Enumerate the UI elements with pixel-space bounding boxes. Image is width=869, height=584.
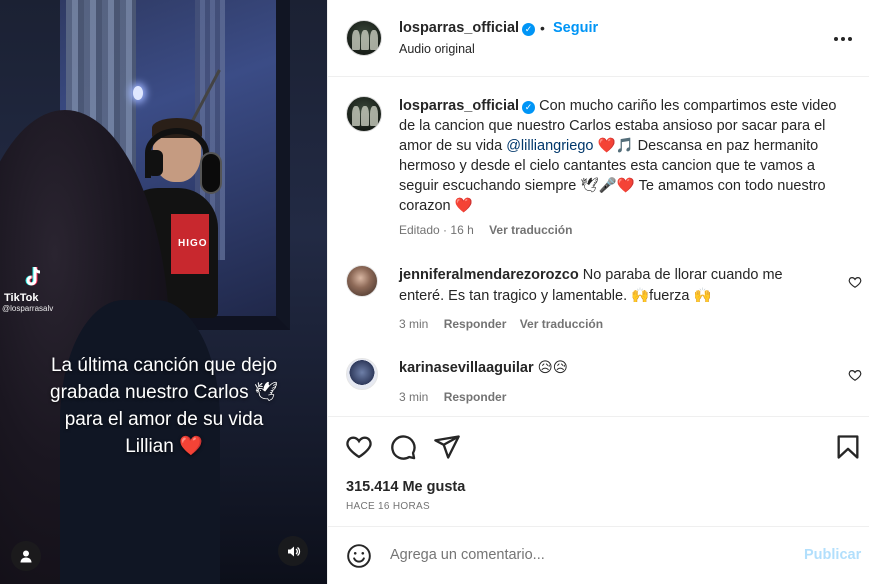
comment-bubble-icon[interactable] <box>389 433 417 461</box>
comment-body: 😥😥 <box>537 360 568 376</box>
shirt-text: HIGO <box>178 238 208 249</box>
post-header: losparras_official ✓ • Seguir Audio origi… <box>328 0 869 77</box>
edited-dot: · <box>443 223 448 237</box>
tiktok-watermark: TikTok @losparrasalv <box>2 266 64 313</box>
speaker-icon <box>287 546 300 556</box>
separator-dot: • <box>540 20 545 36</box>
audio-toggle-button[interactable] <box>278 536 308 566</box>
audio-link[interactable]: Audio original <box>399 42 475 56</box>
translate-button[interactable]: Ver traducción <box>520 317 603 331</box>
post-details-panel: losparras_official ✓ • Seguir Audio origi… <box>327 0 869 584</box>
avatar[interactable] <box>346 96 382 132</box>
post-actions: 315.414 Me gusta HACE 16 HORAS <box>328 416 869 526</box>
share-send-icon[interactable] <box>433 433 461 461</box>
tiktok-icon <box>25 266 41 286</box>
publish-button[interactable]: Publicar <box>804 547 861 563</box>
video-caption: La última canción que dejo grabada nuest… <box>14 352 314 460</box>
comment-username[interactable]: karinasevillaaguilar <box>399 360 534 376</box>
bookmark-icon[interactable] <box>834 433 862 461</box>
comment-time: 3 min <box>399 317 429 331</box>
post-timestamp: HACE 16 HORAS <box>346 501 430 512</box>
comment-meta: 3 min Responder <box>399 390 506 404</box>
tiktok-brand: TikTok <box>4 292 39 304</box>
comment-username[interactable]: jenniferalmendarezorozco <box>399 267 579 283</box>
verified-badge-icon: ✓ <box>522 23 536 36</box>
more-dots-icon <box>834 37 852 41</box>
caption-line: grabada nuestro Carlos 🕊 <box>50 382 278 403</box>
microphone <box>200 152 222 194</box>
emoji-icon[interactable] <box>346 543 372 569</box>
video-player[interactable]: HIGO TikTok @losparrasalv La última canc… <box>0 0 327 584</box>
translate-button[interactable]: Ver traducción <box>489 223 572 237</box>
heart-emoji: ❤️ <box>179 436 203 457</box>
author-username[interactable]: losparras_official ✓ <box>399 20 536 36</box>
comment-time: 3 min <box>399 390 429 404</box>
comment-input[interactable] <box>390 547 770 563</box>
mention-link[interactable]: @lilliangriego <box>506 138 593 154</box>
avatar[interactable] <box>346 20 382 56</box>
avatar[interactable] <box>346 265 378 297</box>
avatar[interactable] <box>346 358 378 390</box>
comment-composer: Publicar <box>328 526 869 584</box>
caption-line: La última canción que dejo <box>50 355 278 376</box>
tiktok-handle: @losparrasalv <box>2 304 54 313</box>
comment-meta: 3 min Responder Ver traducción <box>399 317 603 331</box>
edited-label: Editado <box>399 223 440 237</box>
comments-section[interactable]: losparras_official ✓ Con mucho cariño les… <box>328 78 869 416</box>
like-count[interactable]: 315.414 Me gusta <box>346 479 465 495</box>
studio-light <box>133 86 143 100</box>
user-icon <box>20 550 32 563</box>
comment-text: karinasevillaaguilar 😥😥 <box>399 358 829 379</box>
comment-text: jenniferalmendarezorozco No paraba de ll… <box>399 265 829 307</box>
caption-text: losparras_official ✓ Con mucho cariño les… <box>399 96 849 216</box>
verified-badge-icon: ✓ <box>522 101 536 114</box>
caption-line-last: Lillian ❤️ <box>14 433 314 460</box>
headphone-earcup <box>147 150 163 176</box>
reply-button[interactable]: Responder <box>444 317 507 331</box>
caption-time: 16 h <box>450 223 474 237</box>
heart-outline-icon[interactable] <box>848 368 862 382</box>
caption-line: Lillian <box>125 436 174 457</box>
like-heart-icon[interactable] <box>345 433 373 461</box>
heart-outline-icon[interactable] <box>848 275 862 289</box>
caption-username[interactable]: losparras_official <box>399 98 519 114</box>
reply-button[interactable]: Responder <box>444 390 507 404</box>
caption-meta: Editado · 16 h Ver traducción <box>399 223 572 237</box>
more-options-icon[interactable] <box>833 26 853 47</box>
follow-button[interactable]: Seguir <box>553 20 598 36</box>
caption-line: para el amor de su vida <box>64 409 264 430</box>
tagged-users-button[interactable] <box>11 541 41 571</box>
